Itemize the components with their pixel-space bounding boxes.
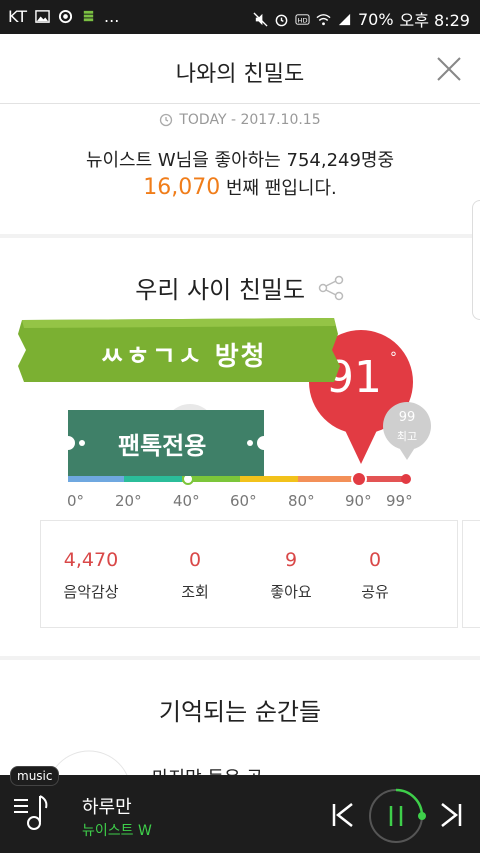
intimacy-title: 우리 사이 친밀도 — [135, 276, 306, 304]
fan-rank-suffix: 번째 팬입니다. — [220, 178, 337, 199]
stat-value: 0 — [368, 549, 382, 571]
max-intimacy-label: 최고 — [396, 430, 418, 443]
current-intimacy-degree: ° — [390, 350, 397, 366]
fantalk-sticker-text: 팬톡전용 — [118, 432, 207, 460]
gauge-tick: 60° — [230, 492, 257, 510]
today-date: TODAY - 2017.10.15 — [179, 112, 321, 128]
today-row: TODAY - 2017.10.15 — [0, 112, 480, 128]
signal-icon — [338, 13, 351, 25]
scroll-handle[interactable] — [472, 200, 480, 320]
page-header: 나와의 친밀도 — [0, 34, 480, 104]
stat-shares: 0 공유 — [325, 549, 425, 602]
fan-total-text: 뉴이스트 W님을 좋아하는 754,249명중 — [85, 150, 395, 171]
fan-rank-text: 16,070 번째 팬입니다. — [0, 174, 480, 200]
gauge-tick: 0° — [67, 492, 85, 510]
gallery-icon — [35, 10, 50, 23]
record-icon — [58, 9, 73, 24]
gauge-tick: 90° — [345, 492, 372, 510]
clock-icon — [160, 113, 173, 127]
hd-icon: HD — [295, 13, 310, 25]
storage-icon — [83, 10, 94, 22]
next-icon[interactable] — [438, 800, 464, 830]
more-notifications: ... — [104, 7, 120, 26]
intimacy-title-row: 우리 사이 친밀도 — [0, 270, 480, 305]
stat-value: 4,470 — [63, 549, 119, 571]
alarm-icon — [275, 14, 288, 26]
clock: 오후 8:29 — [399, 11, 470, 30]
close-icon[interactable] — [434, 54, 464, 84]
pause-button[interactable] — [366, 786, 426, 846]
gauge-tick: 40° — [173, 492, 200, 510]
stat-label: 조회 — [181, 583, 209, 601]
previous-icon[interactable] — [330, 800, 356, 830]
playlist-icon[interactable] — [12, 792, 52, 832]
gauge-tick: 80° — [288, 492, 315, 510]
fan-rank: 16,070 — [143, 175, 221, 200]
gauge-tick: 99° — [386, 492, 413, 510]
activity-stats-next-card[interactable] — [462, 520, 480, 628]
mute-icon — [253, 11, 268, 27]
status-bar: KT ... HD 70% 오후 8:29 — [0, 0, 480, 34]
max-intimacy-value: 99 — [398, 410, 416, 425]
carrier-label: KT — [8, 7, 28, 26]
stat-value: 0 — [188, 549, 202, 571]
activity-stats: 4,470 음악감상 0 조회 9 좋아요 0 공유 — [40, 520, 458, 628]
svg-text:HD: HD — [297, 16, 307, 24]
stat-views: 0 조회 — [145, 549, 245, 602]
page-title: 나와의 친밀도 — [175, 62, 305, 87]
battery-percent: 70% — [357, 9, 394, 29]
share-icon[interactable] — [317, 275, 345, 301]
song-title: 하루만 — [82, 797, 132, 818]
wifi-icon — [316, 13, 331, 25]
music-tag: music — [10, 766, 60, 786]
stat-label: 공유 — [361, 583, 389, 601]
song-artist: 뉴이스트 W — [82, 823, 152, 839]
memories-title: 기억되는 순간들 — [158, 698, 322, 726]
stat-music: 4,470 음악감상 — [41, 549, 141, 602]
stat-label: 음악감상 — [63, 583, 119, 601]
gauge-tick: 20° — [115, 492, 142, 510]
fan-sticker-text: ㅆㅎㄱㅅ 방청 — [100, 342, 267, 372]
